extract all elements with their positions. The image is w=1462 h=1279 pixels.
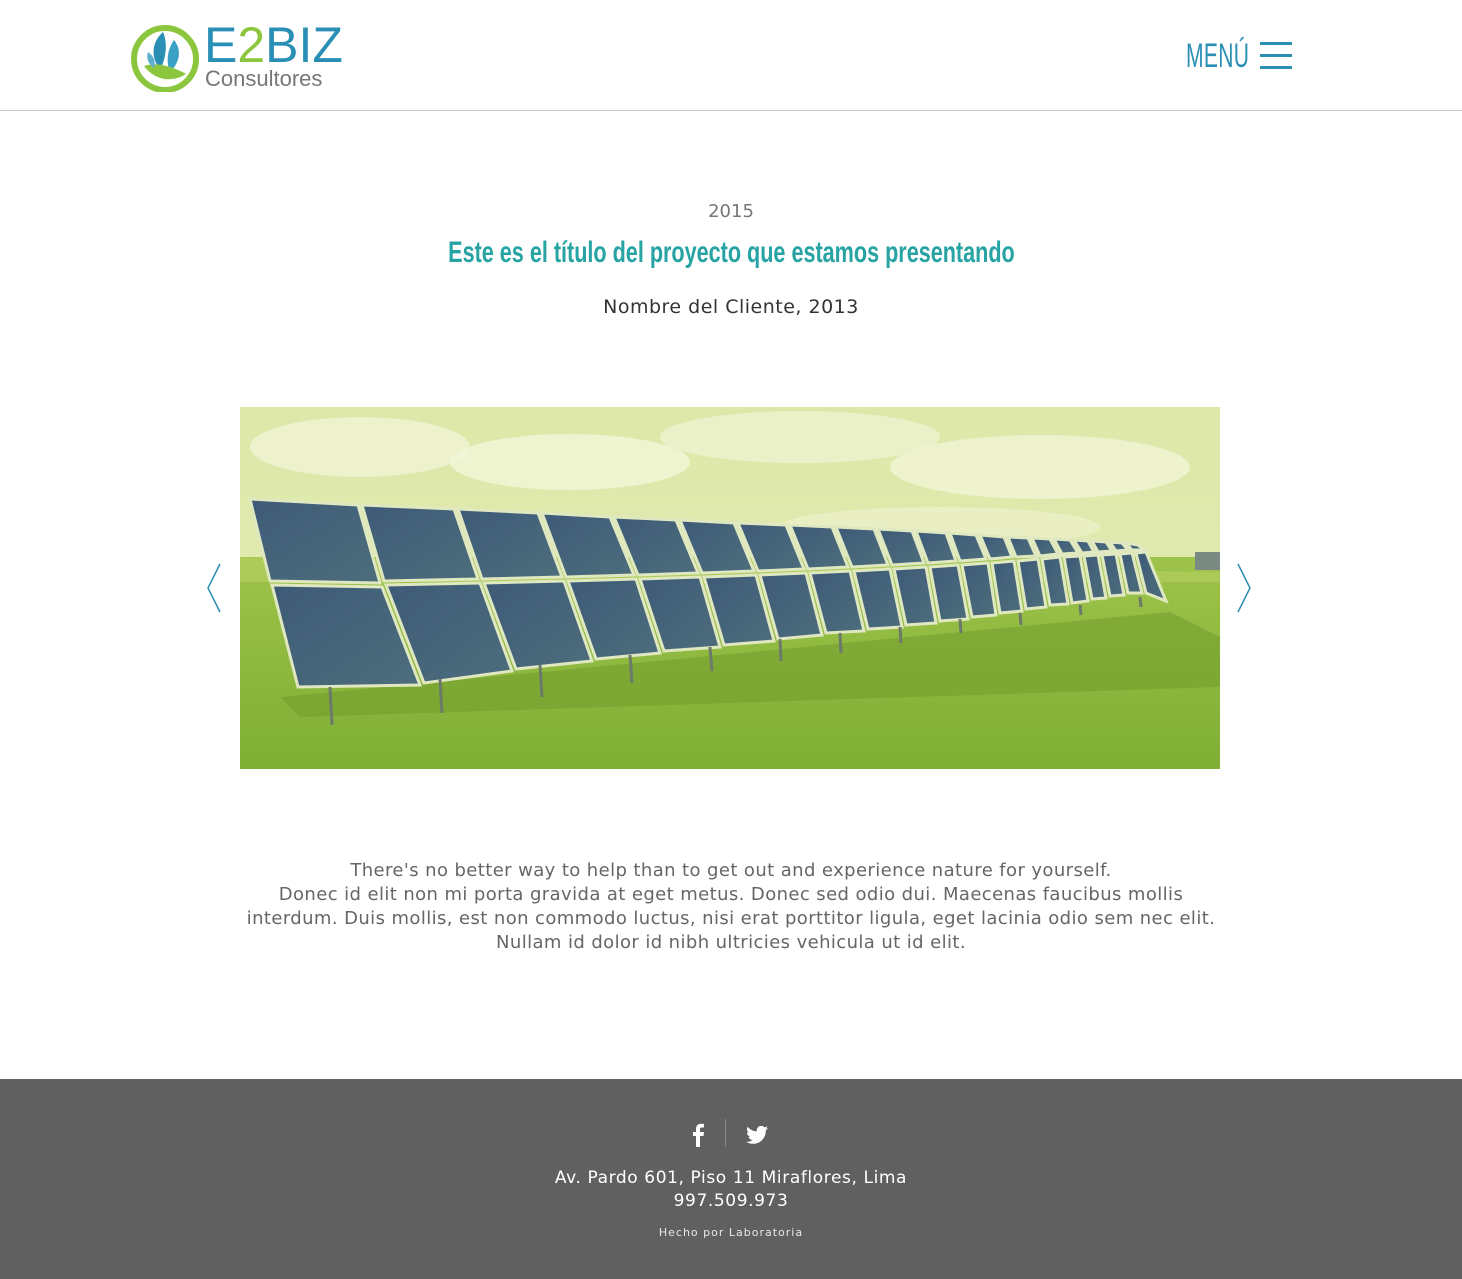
contact-info: Av. Pardo 601, Piso 11 Miraflores, Lima … [0,1167,1462,1213]
logo-link[interactable]: E2BIZ Consultores [130,17,343,94]
social-divider [725,1119,726,1147]
footer-credit: Hecho por Laboratoria [658,1226,804,1239]
social-links [680,1119,780,1149]
menu-button[interactable]: MENÚ [1186,36,1292,76]
project-title: Este es el título del proyecto que estam… [447,236,1015,269]
facebook-icon[interactable] [690,1123,706,1147]
footer-address: Av. Pardo 601, Piso 11 Miraflores, Lima [554,1168,908,1188]
logo-subtitle: Consultores [205,66,323,91]
project-client: Nombre del Cliente, 2013 [603,296,859,318]
chevron-right-icon[interactable] [1234,562,1254,614]
footer-phone: 997.509.973 [673,1191,789,1211]
hamburger-icon [1260,42,1292,70]
leaf-logo-icon [131,25,199,92]
logo-wordmark: E2BIZ [204,17,343,73]
menu-label: MENÚ [1186,36,1250,75]
description-body: Donec id elit non mi porta gravida at eg… [246,884,1216,953]
site-footer: Av. Pardo 601, Piso 11 Miraflores, Lima … [0,1079,1462,1279]
project-description: There's no better way to help than to ge… [231,859,1231,955]
twitter-icon[interactable] [746,1125,768,1145]
project-year: 2015 [708,201,754,222]
site-header: E2BIZ Consultores MENÚ [0,0,1462,111]
solar-panels-image [240,407,1220,769]
description-lead: There's no better way to help than to ge… [350,860,1112,881]
project-image-slide [240,407,1220,769]
chevron-left-icon[interactable] [204,562,224,614]
